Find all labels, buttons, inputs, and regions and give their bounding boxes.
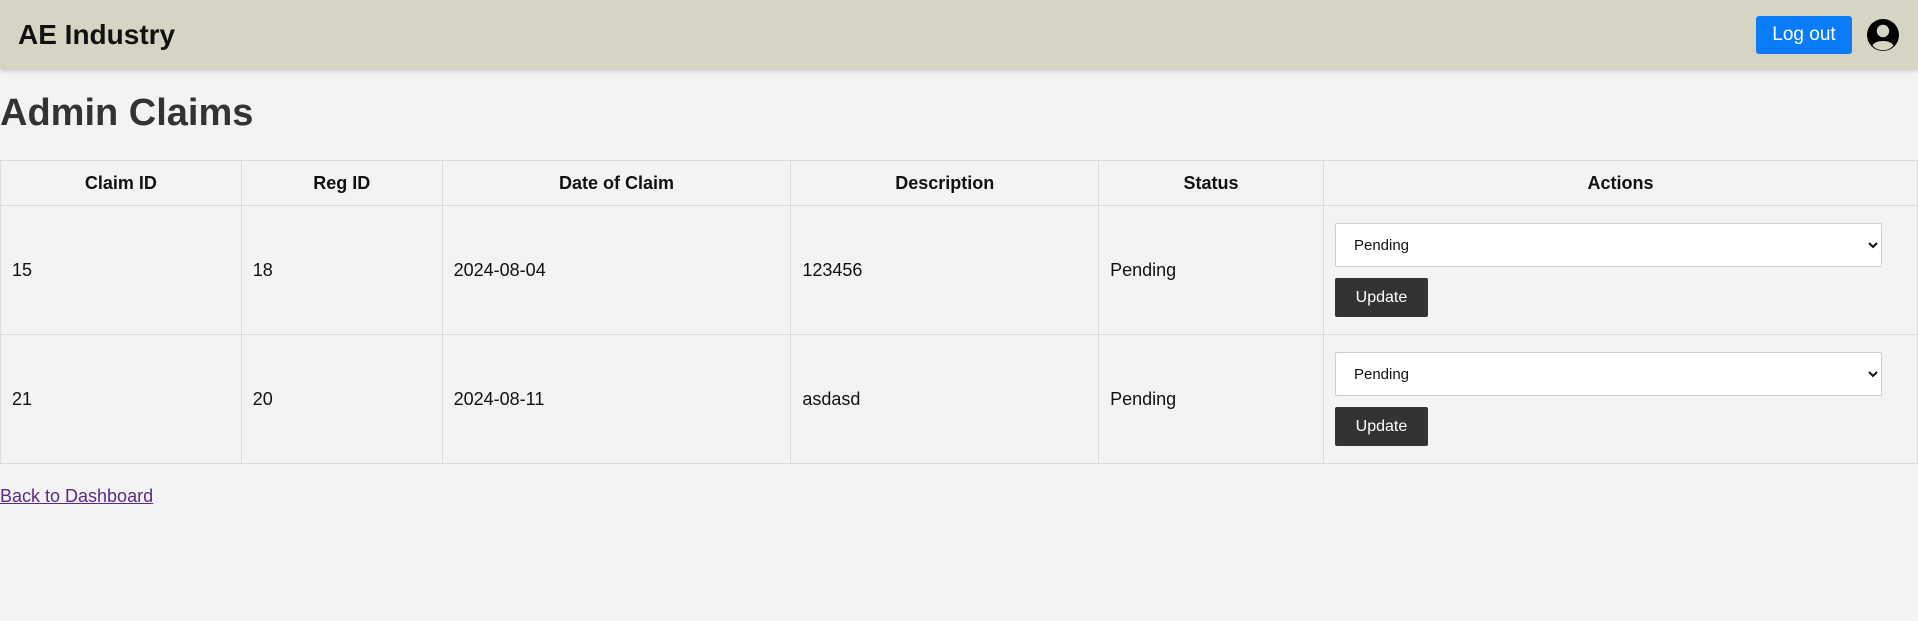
- status-cell: Pending: [1098, 205, 1324, 335]
- page-title: Admin Claims: [0, 92, 254, 134]
- status-cell: Pending: [1098, 334, 1324, 464]
- back-to-dashboard-link[interactable]: Back to Dashboard: [0, 486, 153, 507]
- update-button[interactable]: Update: [1334, 278, 1428, 317]
- date-cell: 2024-08-11: [441, 334, 792, 464]
- description-cell: 123456: [790, 205, 1100, 335]
- status-select[interactable]: Pending: [1334, 223, 1882, 267]
- logout-button[interactable]: Log out: [1756, 15, 1852, 54]
- column-header-actions: Actions: [1322, 160, 1918, 206]
- column-header-status: Status: [1098, 160, 1324, 206]
- table-header-row: Claim ID Reg ID Date of Claim Descriptio…: [0, 160, 1918, 206]
- claim-id-cell: 21: [0, 334, 242, 464]
- date-cell: 2024-08-04: [441, 205, 792, 335]
- actions-cell: Pending Update: [1322, 205, 1918, 335]
- brand-title[interactable]: AE Industry: [18, 19, 175, 51]
- reg-id-cell: 20: [240, 334, 443, 464]
- user-circle-icon[interactable]: [1866, 18, 1900, 52]
- claims-table: Claim ID Reg ID Date of Claim Descriptio…: [0, 160, 1918, 464]
- claim-id-cell: 15: [0, 205, 242, 335]
- column-header-reg-id: Reg ID: [240, 160, 443, 206]
- actions-cell: Pending Update: [1322, 334, 1918, 464]
- status-select[interactable]: Pending: [1334, 352, 1882, 396]
- reg-id-cell: 18: [240, 205, 443, 335]
- column-header-description: Description: [790, 160, 1100, 206]
- column-header-claim-id: Claim ID: [0, 160, 242, 206]
- table-row: 21 20 2024-08-11 asdasd Pending Pending …: [0, 334, 1918, 464]
- topbar-actions: Log out: [1756, 15, 1900, 54]
- description-cell: asdasd: [790, 334, 1100, 464]
- update-button[interactable]: Update: [1334, 407, 1428, 446]
- top-navbar: AE Industry Log out: [0, 0, 1918, 69]
- column-header-date-of-claim: Date of Claim: [441, 160, 792, 206]
- table-row: 15 18 2024-08-04 123456 Pending Pending …: [0, 205, 1918, 335]
